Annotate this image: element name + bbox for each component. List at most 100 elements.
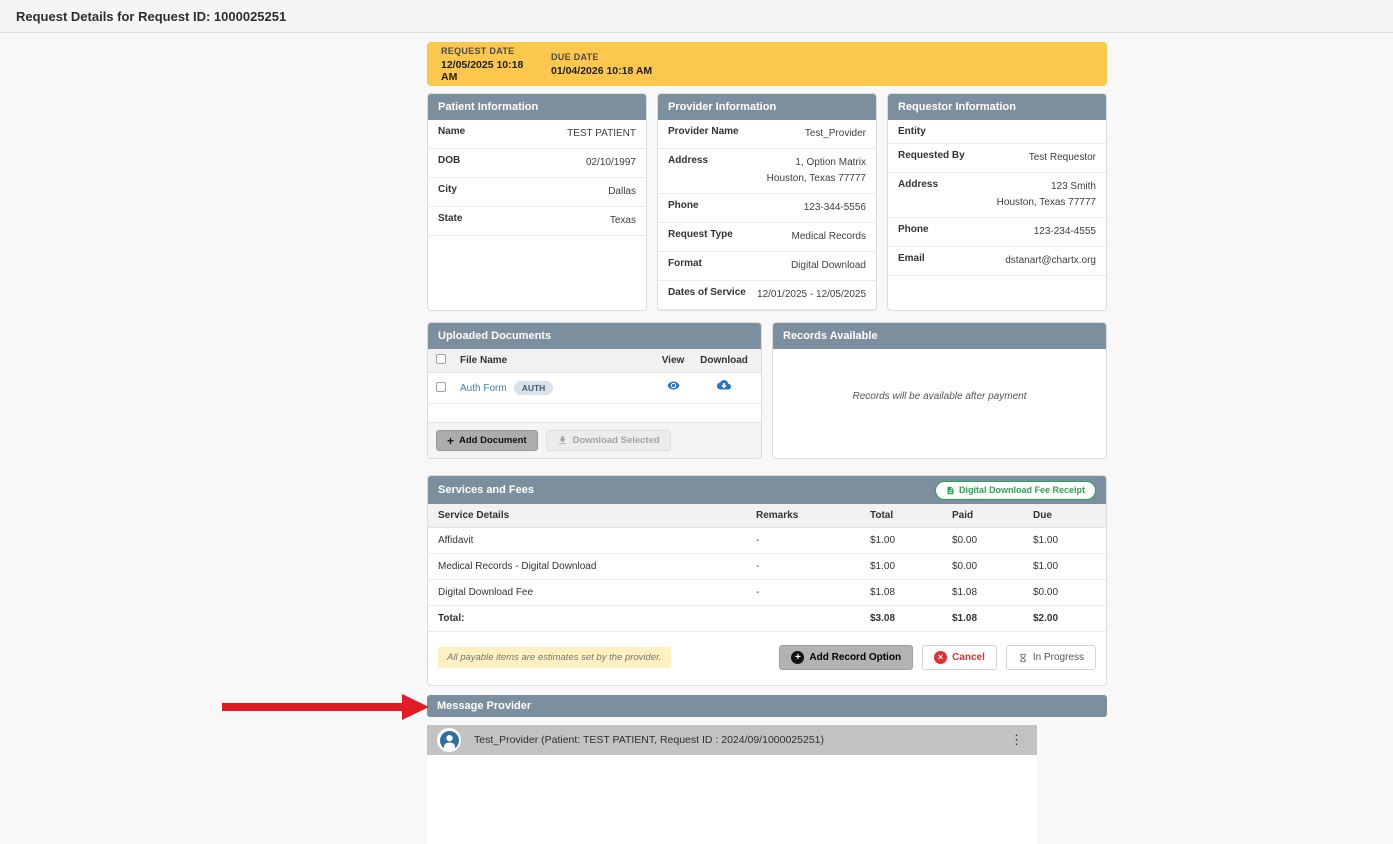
paid-column-header: Paid (952, 510, 974, 521)
field-value: Medical Records (791, 231, 866, 242)
chat-body[interactable] (427, 755, 1037, 844)
top-bar: Request Details for Request ID: 10000252… (0, 0, 1393, 33)
document-icon (947, 486, 954, 494)
download-document-button[interactable] (695, 379, 753, 397)
page-title: Request Details for Request ID: 10000252… (16, 8, 287, 24)
kebab-menu-icon[interactable]: ⋮ (1006, 732, 1027, 748)
download-selected-label: Download Selected (572, 435, 660, 446)
requestor-information-header: Requestor Information (888, 94, 1106, 120)
services-and-fees-title: Services and Fees (438, 484, 535, 496)
service-remarks: - (756, 587, 760, 598)
plus-icon: + (447, 433, 455, 448)
patient-row-dob: DOB 02/10/1997 (428, 149, 646, 178)
red-arrow-icon (402, 694, 429, 720)
requestor-row-email: Email dstanart@chartx.org (888, 247, 1106, 276)
service-total: $1.08 (870, 587, 896, 598)
services-total-row: Total: $3.08 $1.08 $2.00 (428, 606, 1106, 632)
total-column-header: Total (870, 510, 894, 521)
uploaded-documents-header: Uploaded Documents (428, 323, 761, 349)
patient-information-header: Patient Information (428, 94, 646, 120)
add-document-label: Add Document (459, 435, 527, 446)
field-label: DOB (438, 155, 461, 166)
person-icon (439, 730, 459, 750)
address-line-2: Houston, Texas 77777 (766, 173, 866, 184)
service-row: Affidavit - $1.00 $0.00 $1.00 (428, 528, 1106, 554)
services-and-fees-header: Services and Fees Digital Download Fee R… (428, 476, 1106, 504)
field-label: Entity (898, 126, 926, 137)
records-available-header: Records Available (773, 323, 1106, 349)
field-label: Email (898, 253, 925, 264)
provider-row-name: Provider Name Test_Provider (658, 120, 876, 149)
service-name: Medical Records - Digital Download (438, 561, 597, 572)
chat-title: Test_Provider (Patient: TEST PATIENT, Re… (474, 734, 824, 746)
field-label: Address (668, 155, 709, 166)
message-provider-section: Message Provider Test_Provider (Patient:… (427, 695, 1107, 844)
main-content: REQUEST DATE 12/05/2025 10:18 AM DUE DAT… (427, 42, 1107, 844)
field-value: 123 Smith Houston, Texas 77777 (997, 179, 1096, 211)
field-value: Texas (609, 215, 636, 226)
provider-information-header: Provider Information (658, 94, 876, 120)
row-checkbox[interactable] (436, 379, 460, 397)
field-label: Request Type (668, 229, 733, 240)
in-progress-button[interactable]: In Progress (1005, 645, 1096, 670)
add-record-option-button[interactable]: + Add Record Option (779, 645, 914, 670)
avatar (437, 728, 461, 752)
field-label: Requested By (898, 150, 965, 161)
services-table-header: Service Details Remarks Total Paid Due (428, 504, 1106, 528)
field-value: dstanart@chartx.org (1005, 255, 1096, 266)
services-and-fees-card: Services and Fees Digital Download Fee R… (427, 475, 1107, 686)
chat-panel: Test_Provider (Patient: TEST PATIENT, Re… (427, 725, 1037, 844)
field-value: Dallas (608, 186, 636, 197)
field-value: 1, Option Matrix Houston, Texas 77777 (767, 155, 866, 187)
file-link[interactable]: Auth Form (460, 383, 507, 394)
field-label: City (438, 184, 457, 195)
patient-row-name: Name TEST PATIENT (428, 120, 646, 149)
auth-badge: AUTH (513, 381, 554, 395)
grand-due: $2.00 (1033, 613, 1059, 624)
select-all-checkbox[interactable] (436, 354, 460, 367)
due-date-label: DUE DATE (551, 51, 599, 62)
service-name: Affidavit (438, 535, 474, 546)
message-provider-header: Message Provider (427, 695, 1107, 717)
documents-records-row: Uploaded Documents File Name View Downlo… (427, 322, 1107, 459)
add-record-option-label: Add Record Option (809, 652, 902, 663)
field-value: 123-234-4555 (1033, 226, 1096, 237)
field-label: Dates of Service (668, 287, 746, 298)
service-paid: $1.08 (952, 587, 978, 598)
records-available-card: Records Available Records will be availa… (772, 322, 1107, 459)
field-label: Name (438, 126, 466, 137)
field-label: Provider Name (668, 126, 739, 137)
checkbox-icon[interactable] (436, 354, 446, 364)
empty-row (428, 404, 761, 422)
service-details-column-header: Service Details (438, 510, 510, 521)
hourglass-icon (1020, 653, 1026, 662)
service-total: $1.00 (870, 535, 896, 546)
patient-row-state: State Texas (428, 207, 646, 236)
document-row: Auth Form AUTH (428, 373, 761, 404)
download-selected-button[interactable]: Download Selected (545, 430, 671, 451)
cancel-button[interactable]: × Cancel (922, 645, 997, 670)
field-label: Address (898, 179, 939, 190)
estimates-note: All payable items are estimates set by t… (438, 647, 671, 668)
services-footer: All payable items are estimates set by t… (428, 632, 1106, 685)
receipt-button-label: Digital Download Fee Receipt (958, 485, 1085, 495)
field-value: 123-344-5556 (803, 202, 866, 213)
red-arrow-shaft (222, 703, 403, 711)
checkbox-icon[interactable] (436, 382, 446, 392)
in-progress-label: In Progress (1032, 652, 1084, 663)
request-date-label: REQUEST DATE (441, 45, 515, 56)
add-document-button[interactable]: + Add Document (436, 430, 538, 451)
view-column-header: View (661, 355, 685, 366)
total-label: Total: (438, 613, 465, 624)
service-remarks: - (756, 561, 760, 572)
request-date-group: REQUEST DATE 12/05/2025 10:18 AM (441, 46, 537, 83)
service-due: $0.00 (1033, 587, 1059, 598)
field-value: Test Requestor (1028, 152, 1096, 163)
grand-paid: $1.08 (952, 613, 978, 624)
view-document-button[interactable] (651, 379, 695, 397)
requestor-row-requested-by: Requested By Test Requestor (888, 144, 1106, 173)
service-due: $1.00 (1033, 561, 1059, 572)
digital-download-fee-receipt-button[interactable]: Digital Download Fee Receipt (934, 480, 1096, 500)
grand-total: $3.08 (870, 613, 896, 624)
patient-information-card: Patient Information Name TEST PATIENT DO… (427, 93, 647, 311)
